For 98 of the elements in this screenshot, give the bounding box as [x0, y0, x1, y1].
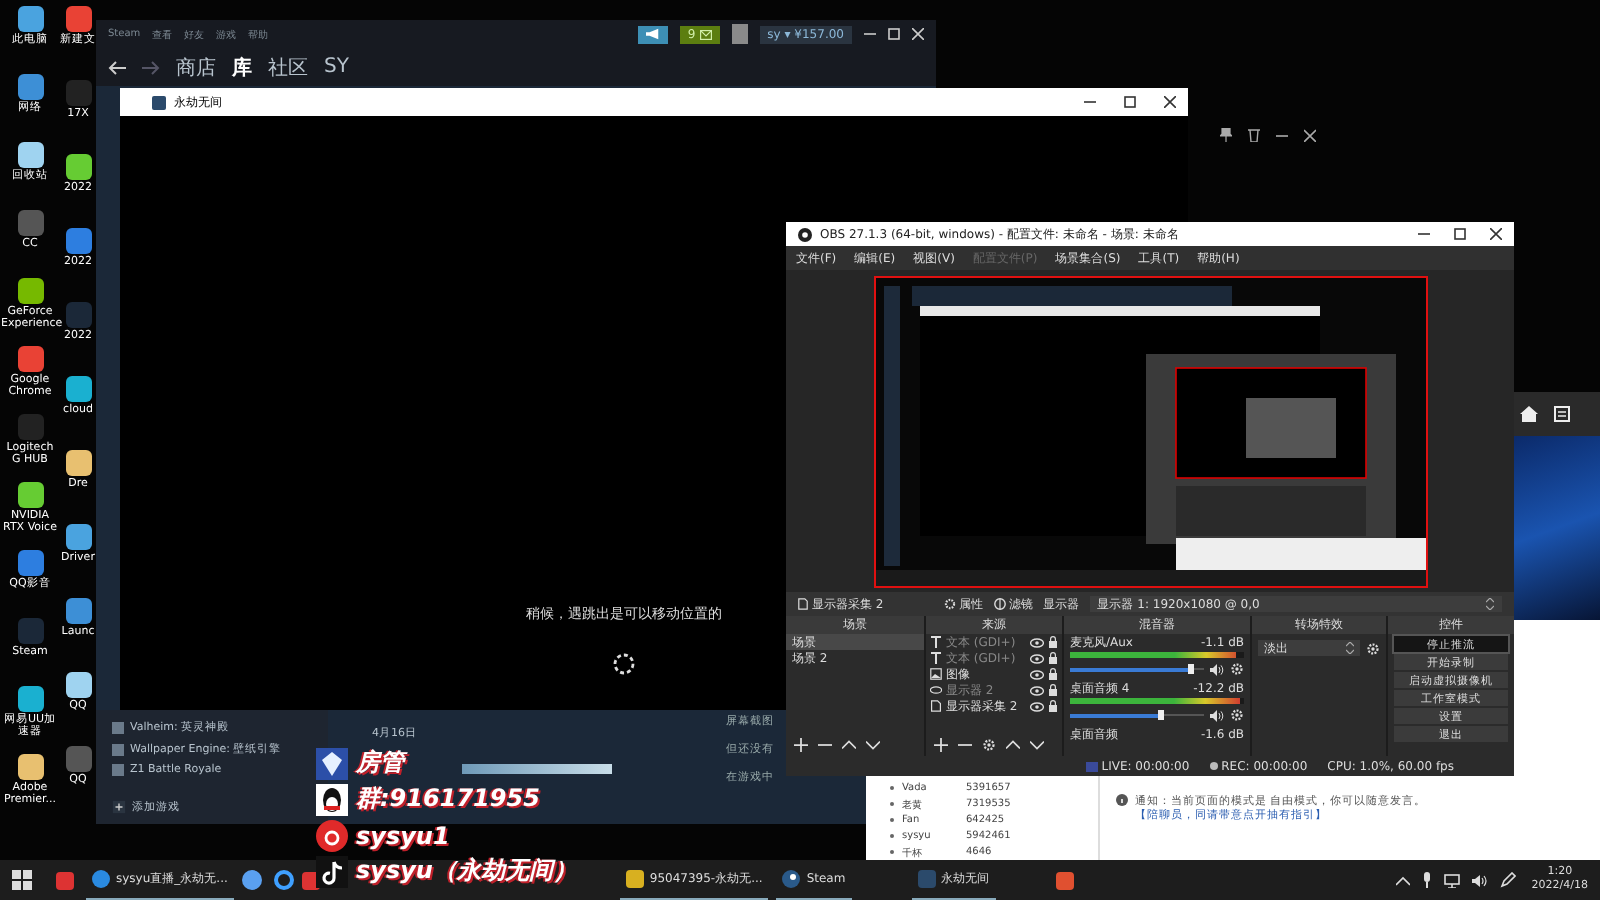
- text-source-icon: [930, 636, 942, 648]
- avatar: [731, 24, 748, 44]
- lock-icon[interactable]: [1048, 652, 1058, 664]
- lock-icon[interactable]: [1048, 668, 1058, 680]
- speaker-icon[interactable]: [1210, 709, 1224, 721]
- start-icon[interactable]: [12, 870, 32, 890]
- microphone-icon[interactable]: [1421, 872, 1432, 888]
- visibility-icon[interactable]: [1030, 653, 1044, 663]
- lock-icon[interactable]: [1048, 684, 1058, 696]
- music-icon: [316, 819, 348, 851]
- chat-bubble-icon[interactable]: [241, 870, 262, 890]
- chat-icon: [92, 870, 110, 888]
- loading-spinner-icon: [612, 652, 636, 676]
- move-up-icon[interactable]: [842, 738, 856, 752]
- add-icon[interactable]: [794, 738, 808, 752]
- app-icon: [152, 95, 166, 109]
- chevron-up-icon[interactable]: [1395, 875, 1410, 885]
- nav-link[interactable]: 库: [232, 53, 252, 81]
- home-icon[interactable]: [1520, 406, 1538, 422]
- gear-icon: [943, 598, 956, 610]
- overlay-text: 房管: [356, 746, 404, 780]
- app-icon[interactable]: [17, 686, 43, 712]
- live-icon: [1085, 761, 1098, 771]
- settings-icon[interactable]: [982, 738, 996, 752]
- slider-thumb[interactable]: [1157, 710, 1164, 720]
- app-icon[interactable]: [65, 598, 91, 624]
- dropdown-arrows-icon: [1346, 642, 1354, 654]
- steam-icon: [782, 870, 801, 888]
- megaphone-icon: [645, 28, 660, 40]
- visibility-icon[interactable]: [1030, 685, 1044, 695]
- volume-slider[interactable]: [1070, 710, 1204, 720]
- maximize-icon[interactable]: [1124, 96, 1136, 108]
- minimize-icon[interactable]: [864, 28, 876, 40]
- nav-link[interactable]: SY: [324, 56, 349, 78]
- trash-icon[interactable]: [1248, 128, 1260, 142]
- app-icon[interactable]: [17, 74, 43, 100]
- app-icon[interactable]: [17, 482, 43, 508]
- announcement-button[interactable]: [637, 25, 668, 43]
- speaker-icon[interactable]: [1471, 873, 1488, 887]
- visibility-icon[interactable]: [1030, 637, 1044, 647]
- overlay-text: 群:916171955: [356, 782, 540, 816]
- app-icon[interactable]: [17, 6, 43, 32]
- badge-icon: [316, 747, 348, 779]
- minimize-icon[interactable]: [1084, 96, 1096, 108]
- settings-icon[interactable]: [1230, 662, 1244, 676]
- pen-icon[interactable]: [1499, 872, 1516, 888]
- penguin-icon: [316, 783, 348, 815]
- settings-icon[interactable]: [1230, 708, 1244, 722]
- maximize-icon[interactable]: [1454, 228, 1466, 240]
- obs-logo-icon: [798, 227, 812, 241]
- app-icon[interactable]: [65, 672, 91, 698]
- dropdown-arrows-icon: [1486, 598, 1494, 610]
- document-icon: [798, 598, 808, 610]
- close-icon[interactable]: [1304, 128, 1316, 142]
- image-source-icon: [930, 668, 942, 680]
- document-icon: [930, 700, 942, 712]
- overlay-text: sysyu（永劫无间）: [356, 854, 577, 888]
- move-down-icon[interactable]: [1030, 738, 1044, 752]
- nav-link[interactable]: 社区: [268, 53, 308, 81]
- nav-link[interactable]: 商店: [176, 53, 216, 81]
- app-icon[interactable]: [625, 870, 644, 888]
- app-icon[interactable]: [17, 142, 43, 168]
- add-icon[interactable]: [112, 800, 126, 814]
- speaker-icon[interactable]: [1210, 663, 1224, 675]
- document-icon[interactable]: [1554, 406, 1570, 422]
- settings-icon[interactable]: [1366, 641, 1380, 655]
- overlay-text: sysyu1: [356, 821, 450, 849]
- eye-source-icon: [930, 684, 942, 696]
- browser-icon[interactable]: [273, 870, 294, 890]
- app-icon[interactable]: [65, 376, 91, 402]
- close-icon[interactable]: [1164, 96, 1176, 108]
- lock-icon[interactable]: [1048, 700, 1058, 712]
- text-source-icon: [930, 652, 942, 664]
- volume-slider[interactable]: [1070, 664, 1204, 674]
- lock-icon[interactable]: [1048, 636, 1058, 648]
- network-icon[interactable]: [1443, 873, 1460, 887]
- app-icon[interactable]: [17, 278, 43, 304]
- remove-icon[interactable]: [818, 738, 832, 752]
- mail-icon: [699, 29, 712, 39]
- close-icon[interactable]: [1490, 228, 1502, 240]
- add-icon[interactable]: [934, 738, 948, 752]
- app-icon[interactable]: [17, 754, 43, 780]
- remove-icon[interactable]: [958, 738, 972, 752]
- info-icon: [1116, 794, 1129, 806]
- move-down-icon[interactable]: [866, 738, 880, 752]
- app-icon[interactable]: [65, 450, 91, 476]
- filter-icon: [993, 598, 1006, 610]
- back-arrow-icon[interactable]: [108, 59, 126, 75]
- pin-icon[interactable]: [1220, 128, 1232, 142]
- record-icon: [1209, 762, 1218, 770]
- move-up-icon[interactable]: [1006, 738, 1020, 752]
- app-icon[interactable]: [65, 154, 91, 180]
- app-icon[interactable]: [65, 524, 91, 550]
- minimize-icon[interactable]: [1418, 228, 1430, 240]
- visibility-icon[interactable]: [1030, 701, 1044, 711]
- visibility-icon[interactable]: [1030, 669, 1044, 679]
- slider-thumb[interactable]: [1187, 664, 1194, 674]
- forward-arrow-icon[interactable]: [142, 59, 160, 75]
